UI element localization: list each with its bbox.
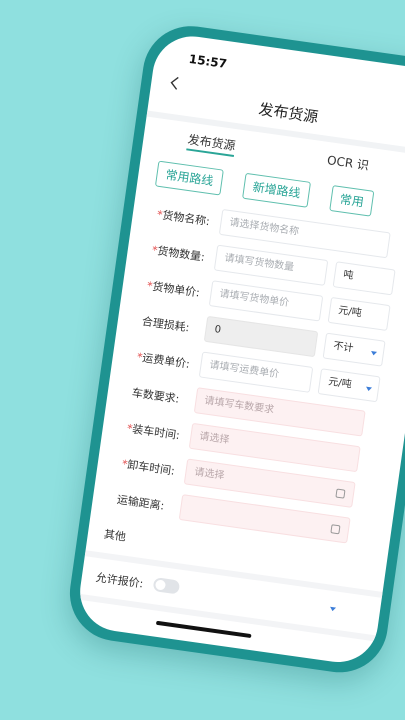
unit-price-unit[interactable]: 元/吨 bbox=[327, 296, 391, 332]
home-indicator bbox=[155, 620, 252, 639]
freight-price-unit-select[interactable]: 元/吨 bbox=[317, 368, 381, 403]
freight-price-label: *运费单价: bbox=[136, 350, 191, 371]
distance-label: 运输距离: bbox=[116, 493, 166, 513]
chevron-down-icon bbox=[365, 386, 373, 392]
allow-bid-label: 允许报价: bbox=[94, 570, 145, 591]
load-time-label: *装车时间: bbox=[126, 421, 181, 443]
app-screen: 15:57 发布货源 发布货源 OCR 识 常用路线 新增路线 常用 *货物名称… bbox=[75, 31, 405, 668]
add-route-button[interactable]: 新增路线 bbox=[242, 172, 312, 208]
page-title: 发布货源 bbox=[257, 100, 320, 127]
chevron-down-icon[interactable] bbox=[329, 606, 337, 612]
unit-price-label: *货物单价: bbox=[146, 279, 201, 300]
unload-time-label: *卸车时间: bbox=[121, 457, 176, 478]
allow-bid-toggle[interactable] bbox=[152, 577, 181, 595]
goods-qty-label: *货物数量: bbox=[151, 243, 206, 264]
goods-qty-unit[interactable]: 吨 bbox=[332, 261, 396, 296]
status-time: 15:57 bbox=[188, 51, 228, 72]
tab-ocr[interactable]: OCR 识 bbox=[326, 151, 370, 174]
goods-name-label: *货物名称: bbox=[156, 207, 211, 229]
loss-unit-select[interactable]: 不计 bbox=[322, 332, 386, 367]
calendar-icon bbox=[330, 524, 341, 535]
vehicle-req-label: 车数要求: bbox=[131, 386, 181, 406]
common-route-button-2[interactable]: 常用 bbox=[329, 185, 375, 217]
loss-label: 合理损耗: bbox=[141, 314, 191, 335]
common-route-button[interactable]: 常用路线 bbox=[154, 160, 224, 196]
back-icon[interactable] bbox=[169, 75, 181, 90]
calendar-icon bbox=[335, 488, 346, 499]
other-label: 其他 bbox=[103, 527, 127, 544]
chevron-down-icon bbox=[370, 350, 378, 356]
toggle-knob bbox=[154, 579, 167, 591]
phone-mockup: 15:57 发布货源 发布货源 OCR 识 常用路线 新增路线 常用 *货物名称… bbox=[63, 20, 405, 679]
